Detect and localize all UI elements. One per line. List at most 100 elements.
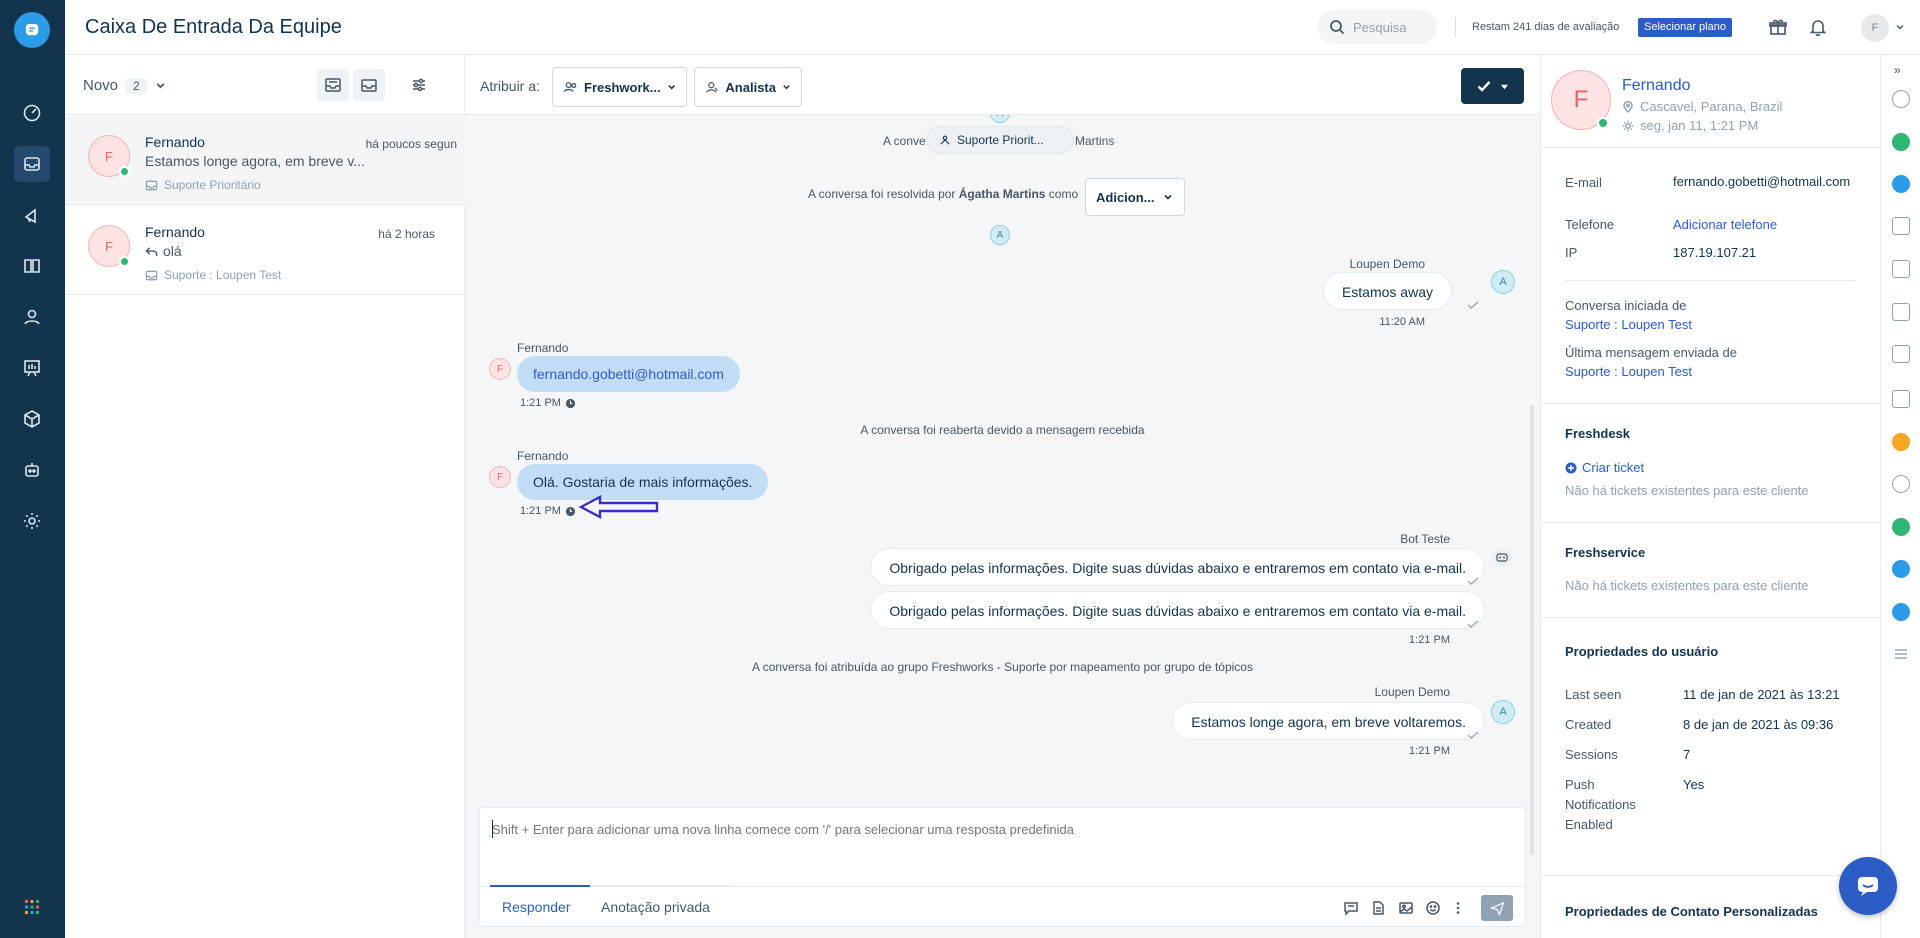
property-value: 11 de jan de 2021 às 13:21	[1683, 687, 1840, 702]
emoji-icon[interactable]	[1423, 898, 1443, 918]
integrations-icon[interactable]	[14, 401, 50, 437]
settings-icon[interactable]	[14, 503, 50, 539]
user-app-icon[interactable]	[1892, 260, 1910, 278]
double-chevron-right-icon[interactable]: »	[1894, 63, 1901, 77]
chat-widget-button[interactable]	[1839, 857, 1897, 915]
group-tag-pill[interactable]: Suporte Priorit...	[926, 126, 1074, 154]
select-plan-button[interactable]: Selecionar plano	[1638, 18, 1732, 37]
conversation-time: há poucos segun	[365, 137, 457, 151]
list-toolbar: Novo 2	[65, 55, 464, 115]
canned-response-icon[interactable]	[1341, 898, 1361, 918]
assign-label: Atribuir a:	[480, 78, 540, 94]
custom-properties-title: Propriedades de Contato Personalizadas	[1565, 904, 1818, 919]
chart-app-icon[interactable]	[1892, 217, 1910, 235]
message-time-text: 1:21 PM	[520, 505, 561, 517]
freshservice-title: Freshservice	[1565, 545, 1646, 560]
chevron-down-icon	[156, 83, 165, 89]
lightning-app-icon[interactable]	[1892, 175, 1910, 193]
freshchat-logo-icon[interactable]	[14, 12, 50, 48]
system-message: A conversa foi reaberta devido a mensage…	[860, 423, 1145, 437]
last-message-link[interactable]: Suporte : Loupen Test	[1565, 364, 1692, 379]
divider	[1541, 875, 1880, 876]
caret-down-icon	[1500, 84, 1509, 89]
thread-scrollbar[interactable]	[1530, 405, 1534, 855]
search-box[interactable]: Pesquisa	[1317, 10, 1437, 44]
sender-name: Fernando	[517, 449, 569, 463]
customer-message-bubble[interactable]: fernando.gobetti@hotmail.com	[517, 356, 740, 392]
conversation-count-badge: 2	[126, 77, 147, 94]
location-pin-icon	[1623, 100, 1633, 113]
inbox-icon[interactable]	[14, 146, 50, 182]
create-ticket-link[interactable]: Criar ticket	[1565, 460, 1644, 475]
status-filter[interactable]: Novo 2	[83, 77, 166, 94]
image-upload-icon[interactable]	[1396, 898, 1416, 918]
bot-icon[interactable]	[14, 452, 50, 488]
reports-icon[interactable]	[14, 350, 50, 386]
search-placeholder[interactable]: Pesquisa	[1353, 20, 1406, 35]
phone-label: Telefone	[1565, 217, 1615, 232]
tab-private-note[interactable]: Anotação privada	[601, 899, 710, 915]
conversation-started-link[interactable]: Suporte : Loupen Test	[1565, 317, 1692, 332]
contact-name[interactable]: Fernando	[1622, 77, 1691, 95]
chat-app-icon[interactable]	[1892, 560, 1910, 578]
customer-avatar: F	[489, 358, 511, 380]
apps-grid-icon[interactable]	[14, 889, 50, 925]
resolve-button[interactable]	[1461, 68, 1524, 104]
globe-app-icon[interactable]	[1892, 475, 1910, 493]
message-time-text: 1:21 PM	[520, 397, 561, 409]
campaigns-icon[interactable]	[14, 197, 50, 233]
contacts-icon[interactable]	[14, 299, 50, 335]
assign-group-dropdown[interactable]: Freshwork...	[552, 67, 687, 107]
delivered-check-icon	[1467, 620, 1479, 628]
top-header: Caixa De Entrada Da Equipe Pesquisa Rest…	[65, 0, 1920, 55]
assign-group-label: Freshwork...	[584, 79, 661, 95]
headset-app-icon[interactable]	[1892, 133, 1910, 151]
conversation-toolbar: Atribuir a: Freshwork... Analista	[465, 55, 1540, 115]
email-value[interactable]: fernando.gobetti@hotmail.com	[1673, 175, 1858, 189]
accessibility-app-icon[interactable]	[1892, 303, 1910, 321]
conversation-list-item[interactable]: F Fernando há 2 horas olá Suporte : Loup…	[65, 206, 465, 295]
agent-icon	[706, 82, 719, 93]
qr-code-app-icon[interactable]	[1892, 390, 1910, 408]
conversation-preview: Estamos longe agora, em breve v...	[145, 153, 365, 169]
whatsapp-app-icon[interactable]	[1892, 518, 1910, 536]
divider	[1541, 147, 1880, 148]
bell-icon[interactable]	[1807, 16, 1829, 38]
resolution-reason-dropdown[interactable]: Adicion...	[1085, 178, 1185, 216]
online-status-dot	[119, 166, 130, 177]
chevron-down-icon[interactable]	[1895, 22, 1905, 32]
group-icon	[940, 135, 950, 145]
contact-profile-icon[interactable]	[1892, 90, 1910, 108]
sender-name: Fernando	[517, 341, 569, 355]
sliders-app-icon[interactable]	[1892, 645, 1910, 663]
message-time: 1:21 PM	[1409, 745, 1450, 757]
system-message-end: Martins	[1075, 134, 1115, 148]
reply-input[interactable]	[492, 822, 1512, 837]
group-tag-label: Suporte Priorit...	[957, 133, 1044, 147]
assign-agent-dropdown[interactable]: Analista	[694, 67, 802, 107]
divider	[1565, 280, 1855, 281]
knowledge-base-icon[interactable]	[14, 248, 50, 284]
more-options-icon[interactable]	[1448, 898, 1468, 918]
send-button[interactable]	[1481, 895, 1513, 921]
file-attachment-icon[interactable]	[1368, 898, 1388, 918]
conversation-panel: Atribuir a: Freshwork... Analista A A co…	[465, 55, 1540, 938]
tab-reply[interactable]: Responder	[502, 899, 571, 915]
message-app-icon[interactable]	[1892, 603, 1910, 621]
truck-app-icon[interactable]	[1892, 345, 1910, 363]
archive-view-icon[interactable]	[353, 69, 385, 101]
agent-message-bubble: Estamos away	[1322, 272, 1452, 310]
page-title: Caixa De Entrada Da Equipe	[85, 16, 342, 38]
customer-avatar: F	[489, 466, 511, 488]
user-avatar[interactable]: F	[1861, 14, 1889, 42]
dashboard-icon[interactable]	[14, 95, 50, 131]
chevron-down-icon	[783, 85, 790, 90]
resolved-prefix: A conversa foi resolvida por	[808, 187, 956, 201]
add-phone-link[interactable]: Adicionar telefone	[1673, 217, 1777, 232]
filter-settings-icon[interactable]	[403, 69, 435, 101]
bolt-app-icon[interactable]	[1892, 433, 1910, 451]
property-value: 7	[1683, 747, 1691, 762]
gift-icon[interactable]	[1767, 16, 1789, 38]
resolved-suffix: como	[1048, 187, 1079, 201]
conversation-list-item[interactable]: F Fernando há poucos segun Estamos longe…	[65, 116, 465, 205]
